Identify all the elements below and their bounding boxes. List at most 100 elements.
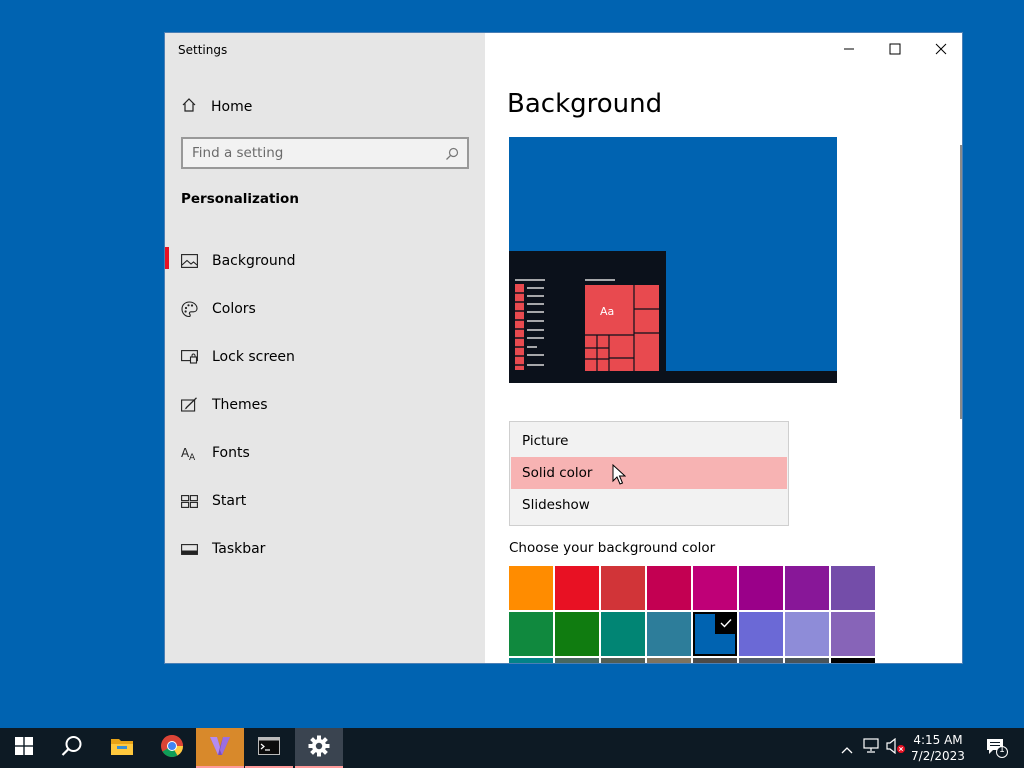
color-swatch[interactable]	[601, 658, 645, 663]
sidebar: Settings Home Personalization Background	[165, 33, 485, 663]
color-swatch[interactable]	[785, 566, 829, 610]
checkmark-icon	[715, 612, 737, 634]
page-title: Background	[507, 89, 663, 119]
color-swatch[interactable]	[739, 658, 783, 663]
home-label: Home	[211, 99, 253, 115]
home-link[interactable]: Home	[181, 97, 252, 117]
sidebar-item-lock-screen[interactable]: Lock screen	[165, 333, 485, 381]
dropdown-option-slideshow[interactable]: Slideshow	[511, 489, 787, 521]
terminal-button[interactable]	[245, 728, 293, 768]
settings-button[interactable]	[295, 728, 343, 768]
color-swatch[interactable]	[647, 658, 691, 663]
search-box[interactable]	[181, 137, 469, 169]
chrome-icon	[160, 734, 184, 762]
search-icon	[61, 735, 83, 761]
sidebar-item-label: Themes	[212, 397, 268, 413]
fonts-icon: AA	[181, 445, 198, 462]
image-icon	[181, 253, 198, 270]
visual-studio-icon	[207, 733, 233, 763]
lock-screen-icon	[181, 349, 198, 366]
file-explorer-button[interactable]	[98, 728, 146, 768]
action-center-button[interactable]: 1	[986, 738, 1008, 762]
sidebar-item-label: Fonts	[212, 445, 250, 461]
search-icon[interactable]	[445, 146, 459, 165]
window-title: Settings	[178, 43, 228, 57]
color-swatch[interactable]	[739, 566, 783, 610]
file-explorer-icon	[110, 736, 134, 760]
color-swatch[interactable]	[831, 566, 875, 610]
maximize-button[interactable]	[872, 33, 918, 65]
settings-window: Settings Home Personalization Background	[164, 32, 963, 664]
preview-tile-text: Aa	[600, 305, 614, 318]
network-button[interactable]	[861, 728, 881, 768]
palette-icon	[181, 300, 198, 318]
windows-logo-icon	[15, 737, 33, 759]
color-swatch[interactable]	[601, 566, 645, 610]
color-swatch[interactable]	[555, 612, 599, 656]
dropdown-option-picture[interactable]: Picture	[511, 425, 787, 457]
show-hidden-icons-button[interactable]	[838, 728, 856, 768]
color-swatch[interactable]	[785, 658, 829, 663]
color-swatch[interactable]	[509, 566, 553, 610]
choose-color-label: Choose your background color	[509, 540, 716, 556]
mouse-cursor-icon	[612, 464, 626, 485]
section-title: Personalization	[181, 191, 299, 207]
chrome-button[interactable]	[148, 728, 196, 768]
content-pane: Background Aa Picture Solid color Slides…	[485, 33, 962, 663]
color-swatch[interactable]	[509, 658, 553, 663]
sidebar-item-label: Start	[212, 493, 247, 509]
preview-taskbar	[509, 371, 837, 383]
volume-muted-icon	[886, 737, 906, 758]
color-swatch[interactable]	[555, 658, 599, 663]
themes-icon	[181, 397, 198, 414]
background-type-dropdown[interactable]: Picture Solid color Slideshow	[509, 421, 789, 526]
sidebar-item-fonts[interactable]: AA Fonts	[165, 429, 485, 477]
taskbar: 4:15 AM 7/2/2023 1	[0, 728, 1024, 768]
chevron-up-icon	[841, 739, 853, 758]
clock-time: 4:15 AM	[913, 733, 963, 747]
sidebar-item-label: Background	[212, 253, 296, 269]
svg-text:A: A	[189, 453, 196, 461]
color-swatch[interactable]	[555, 566, 599, 610]
taskbar-search-button[interactable]	[48, 728, 96, 768]
color-swatch[interactable]	[509, 612, 553, 656]
network-icon	[862, 738, 880, 758]
start-button[interactable]	[0, 728, 48, 768]
dropdown-option-solid-color[interactable]: Solid color	[511, 457, 787, 489]
color-swatch[interactable]	[693, 658, 737, 663]
home-icon	[181, 97, 197, 117]
color-swatch-selected[interactable]	[693, 612, 737, 656]
notification-count: 1	[999, 745, 1005, 755]
color-swatch-grid	[509, 566, 875, 663]
sidebar-item-label: Lock screen	[212, 349, 295, 365]
visual-studio-button[interactable]	[196, 728, 244, 768]
background-preview: Aa	[509, 137, 837, 383]
color-swatch[interactable]	[647, 612, 691, 656]
minimize-button[interactable]	[826, 33, 872, 65]
settings-gear-icon	[308, 735, 330, 761]
color-swatch[interactable]	[647, 566, 691, 610]
search-input[interactable]	[192, 145, 432, 161]
sidebar-item-colors[interactable]: Colors	[165, 285, 485, 333]
taskbar-clock[interactable]: 4:15 AM 7/2/2023	[910, 732, 966, 764]
taskbar-icon	[181, 541, 198, 558]
preview-start-menu: Aa	[509, 251, 666, 371]
color-swatch[interactable]	[739, 612, 783, 656]
sidebar-item-themes[interactable]: Themes	[165, 381, 485, 429]
color-swatch[interactable]	[693, 566, 737, 610]
color-swatch[interactable]	[785, 612, 829, 656]
sidebar-item-label: Taskbar	[212, 541, 266, 557]
terminal-icon	[258, 737, 280, 759]
sidebar-item-start[interactable]: Start	[165, 477, 485, 525]
close-button[interactable]	[918, 33, 962, 65]
volume-button[interactable]	[885, 728, 907, 768]
clock-date: 7/2/2023	[911, 749, 965, 763]
color-swatch[interactable]	[831, 658, 875, 663]
sidebar-item-background[interactable]: Background	[165, 237, 485, 285]
color-swatch[interactable]	[831, 612, 875, 656]
sidebar-item-taskbar[interactable]: Taskbar	[165, 525, 485, 573]
scrollbar[interactable]	[960, 145, 962, 419]
sidebar-item-label: Colors	[212, 301, 256, 317]
nav-list: Background Colors Lock screen Themes A A…	[165, 237, 485, 573]
color-swatch[interactable]	[601, 612, 645, 656]
